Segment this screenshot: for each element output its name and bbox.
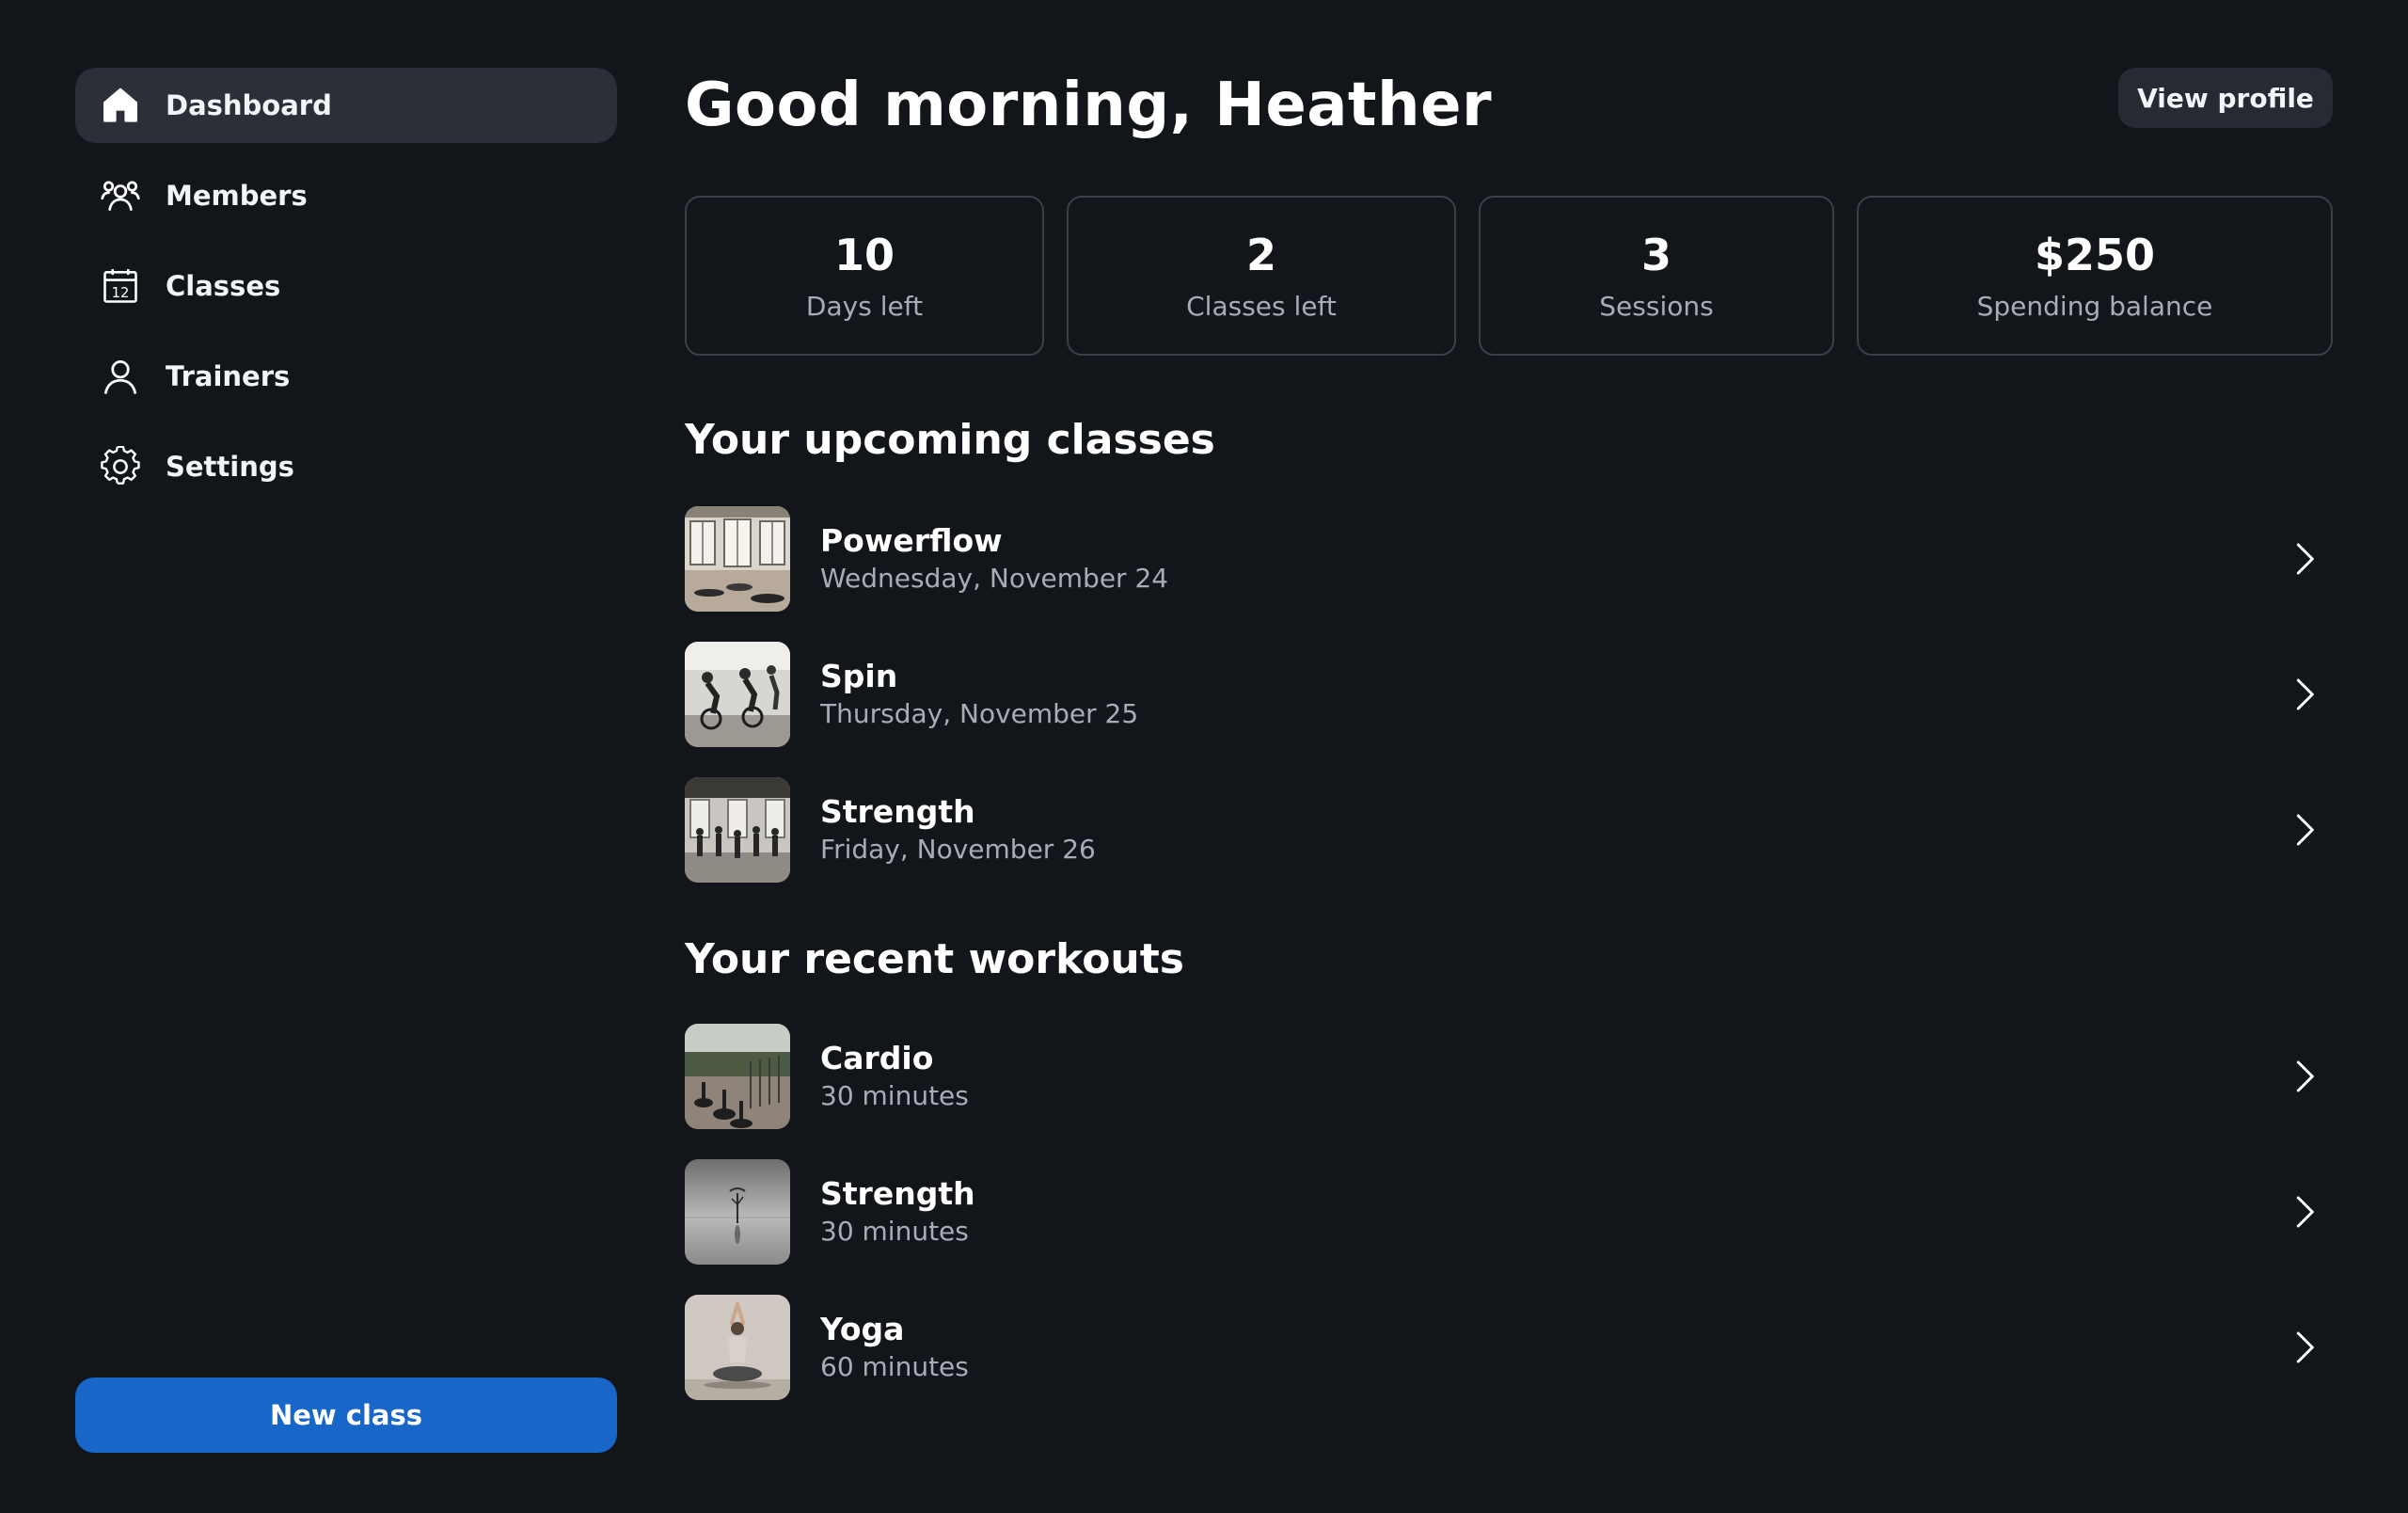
sidebar-item-label: Members: [166, 180, 308, 212]
stat-value: 3: [1640, 230, 1671, 280]
sidebar-item-label: Settings: [166, 451, 294, 483]
upcoming-class-row[interactable]: Strength Friday, November 26: [685, 777, 2333, 883]
svg-text:12: 12: [112, 285, 130, 301]
home-icon: [100, 85, 141, 126]
sidebar-item-label: Trainers: [166, 360, 291, 392]
class-date: Wednesday, November 24: [820, 563, 1169, 594]
chevron-right-icon: [2286, 1193, 2323, 1231]
recent-workout-row[interactable]: Cardio 30 minutes: [685, 1024, 2333, 1129]
sidebar-item-trainers[interactable]: Trainers: [75, 339, 617, 414]
gear-icon: [100, 446, 141, 487]
sidebar-item-classes[interactable]: 12 Classes: [75, 248, 617, 324]
recent-workout-row[interactable]: Strength 30 minutes: [685, 1159, 2333, 1265]
sidebar-item-settings[interactable]: Settings: [75, 429, 617, 504]
class-name: Strength: [820, 793, 975, 830]
stat-card-spending-balance: $250 Spending balance: [1857, 196, 2333, 356]
stat-card-days-left: 10 Days left: [685, 196, 1044, 356]
class-date: Thursday, November 25: [820, 698, 1139, 729]
view-profile-button[interactable]: View profile: [2118, 68, 2333, 128]
class-date: Friday, November 26: [820, 834, 1096, 865]
stat-value: $250: [2034, 230, 2156, 280]
sidebar-item-dashboard[interactable]: Dashboard: [75, 68, 617, 143]
stat-label: Spending balance: [1976, 291, 2213, 322]
stat-card-classes-left: 2 Classes left: [1067, 196, 1456, 356]
stat-label: Sessions: [1599, 291, 1714, 322]
upcoming-class-row[interactable]: Powerflow Wednesday, November 24: [685, 506, 2333, 612]
sidebar-item-label: Dashboard: [166, 89, 332, 121]
chevron-right-icon: [2286, 811, 2323, 849]
sidebar: Dashboard Members 12 Classes Trainers Se…: [75, 68, 617, 1453]
stat-label: Classes left: [1186, 291, 1337, 322]
sidebar-item-members[interactable]: Members: [75, 158, 617, 233]
workout-duration: 60 minutes: [820, 1351, 969, 1382]
calendar-icon: 12: [100, 265, 141, 307]
chevron-right-icon: [2286, 676, 2323, 713]
lone-tree-photo: [685, 1159, 790, 1265]
workout-duration: 30 minutes: [820, 1080, 969, 1111]
chevron-right-icon: [2286, 540, 2323, 578]
class-name: Powerflow: [820, 522, 1003, 559]
yoga-pose-photo: [685, 1295, 790, 1400]
recent-workout-row[interactable]: Yoga 60 minutes: [685, 1295, 2333, 1400]
class-name: Spin: [820, 658, 898, 694]
workout-name: Strength: [820, 1175, 975, 1212]
new-class-button[interactable]: New class: [75, 1378, 617, 1453]
workout-name: Cardio: [820, 1040, 934, 1076]
outdoor-bikes-photo: [685, 1024, 790, 1129]
upcoming-class-row[interactable]: Spin Thursday, November 25: [685, 642, 2333, 747]
sidebar-item-label: Classes: [166, 270, 281, 302]
stat-card-sessions: 3 Sessions: [1479, 196, 1834, 356]
stat-label: Days left: [805, 291, 924, 322]
stat-value: 10: [833, 230, 895, 280]
page-title: Good morning, Heather: [685, 71, 1493, 140]
stat-value: 2: [1245, 230, 1276, 280]
members-icon: [100, 175, 141, 216]
upcoming-classes-heading: Your upcoming classes: [685, 416, 1215, 464]
workout-name: Yoga: [820, 1311, 905, 1347]
recent-workouts-heading: Your recent workouts: [685, 935, 1184, 983]
studio-photo: [685, 506, 790, 612]
user-icon: [100, 356, 141, 397]
spin-bikes-photo: [685, 642, 790, 747]
workout-duration: 30 minutes: [820, 1216, 969, 1247]
chevron-right-icon: [2286, 1329, 2323, 1366]
group-class-photo: [685, 777, 790, 883]
chevron-right-icon: [2286, 1058, 2323, 1095]
